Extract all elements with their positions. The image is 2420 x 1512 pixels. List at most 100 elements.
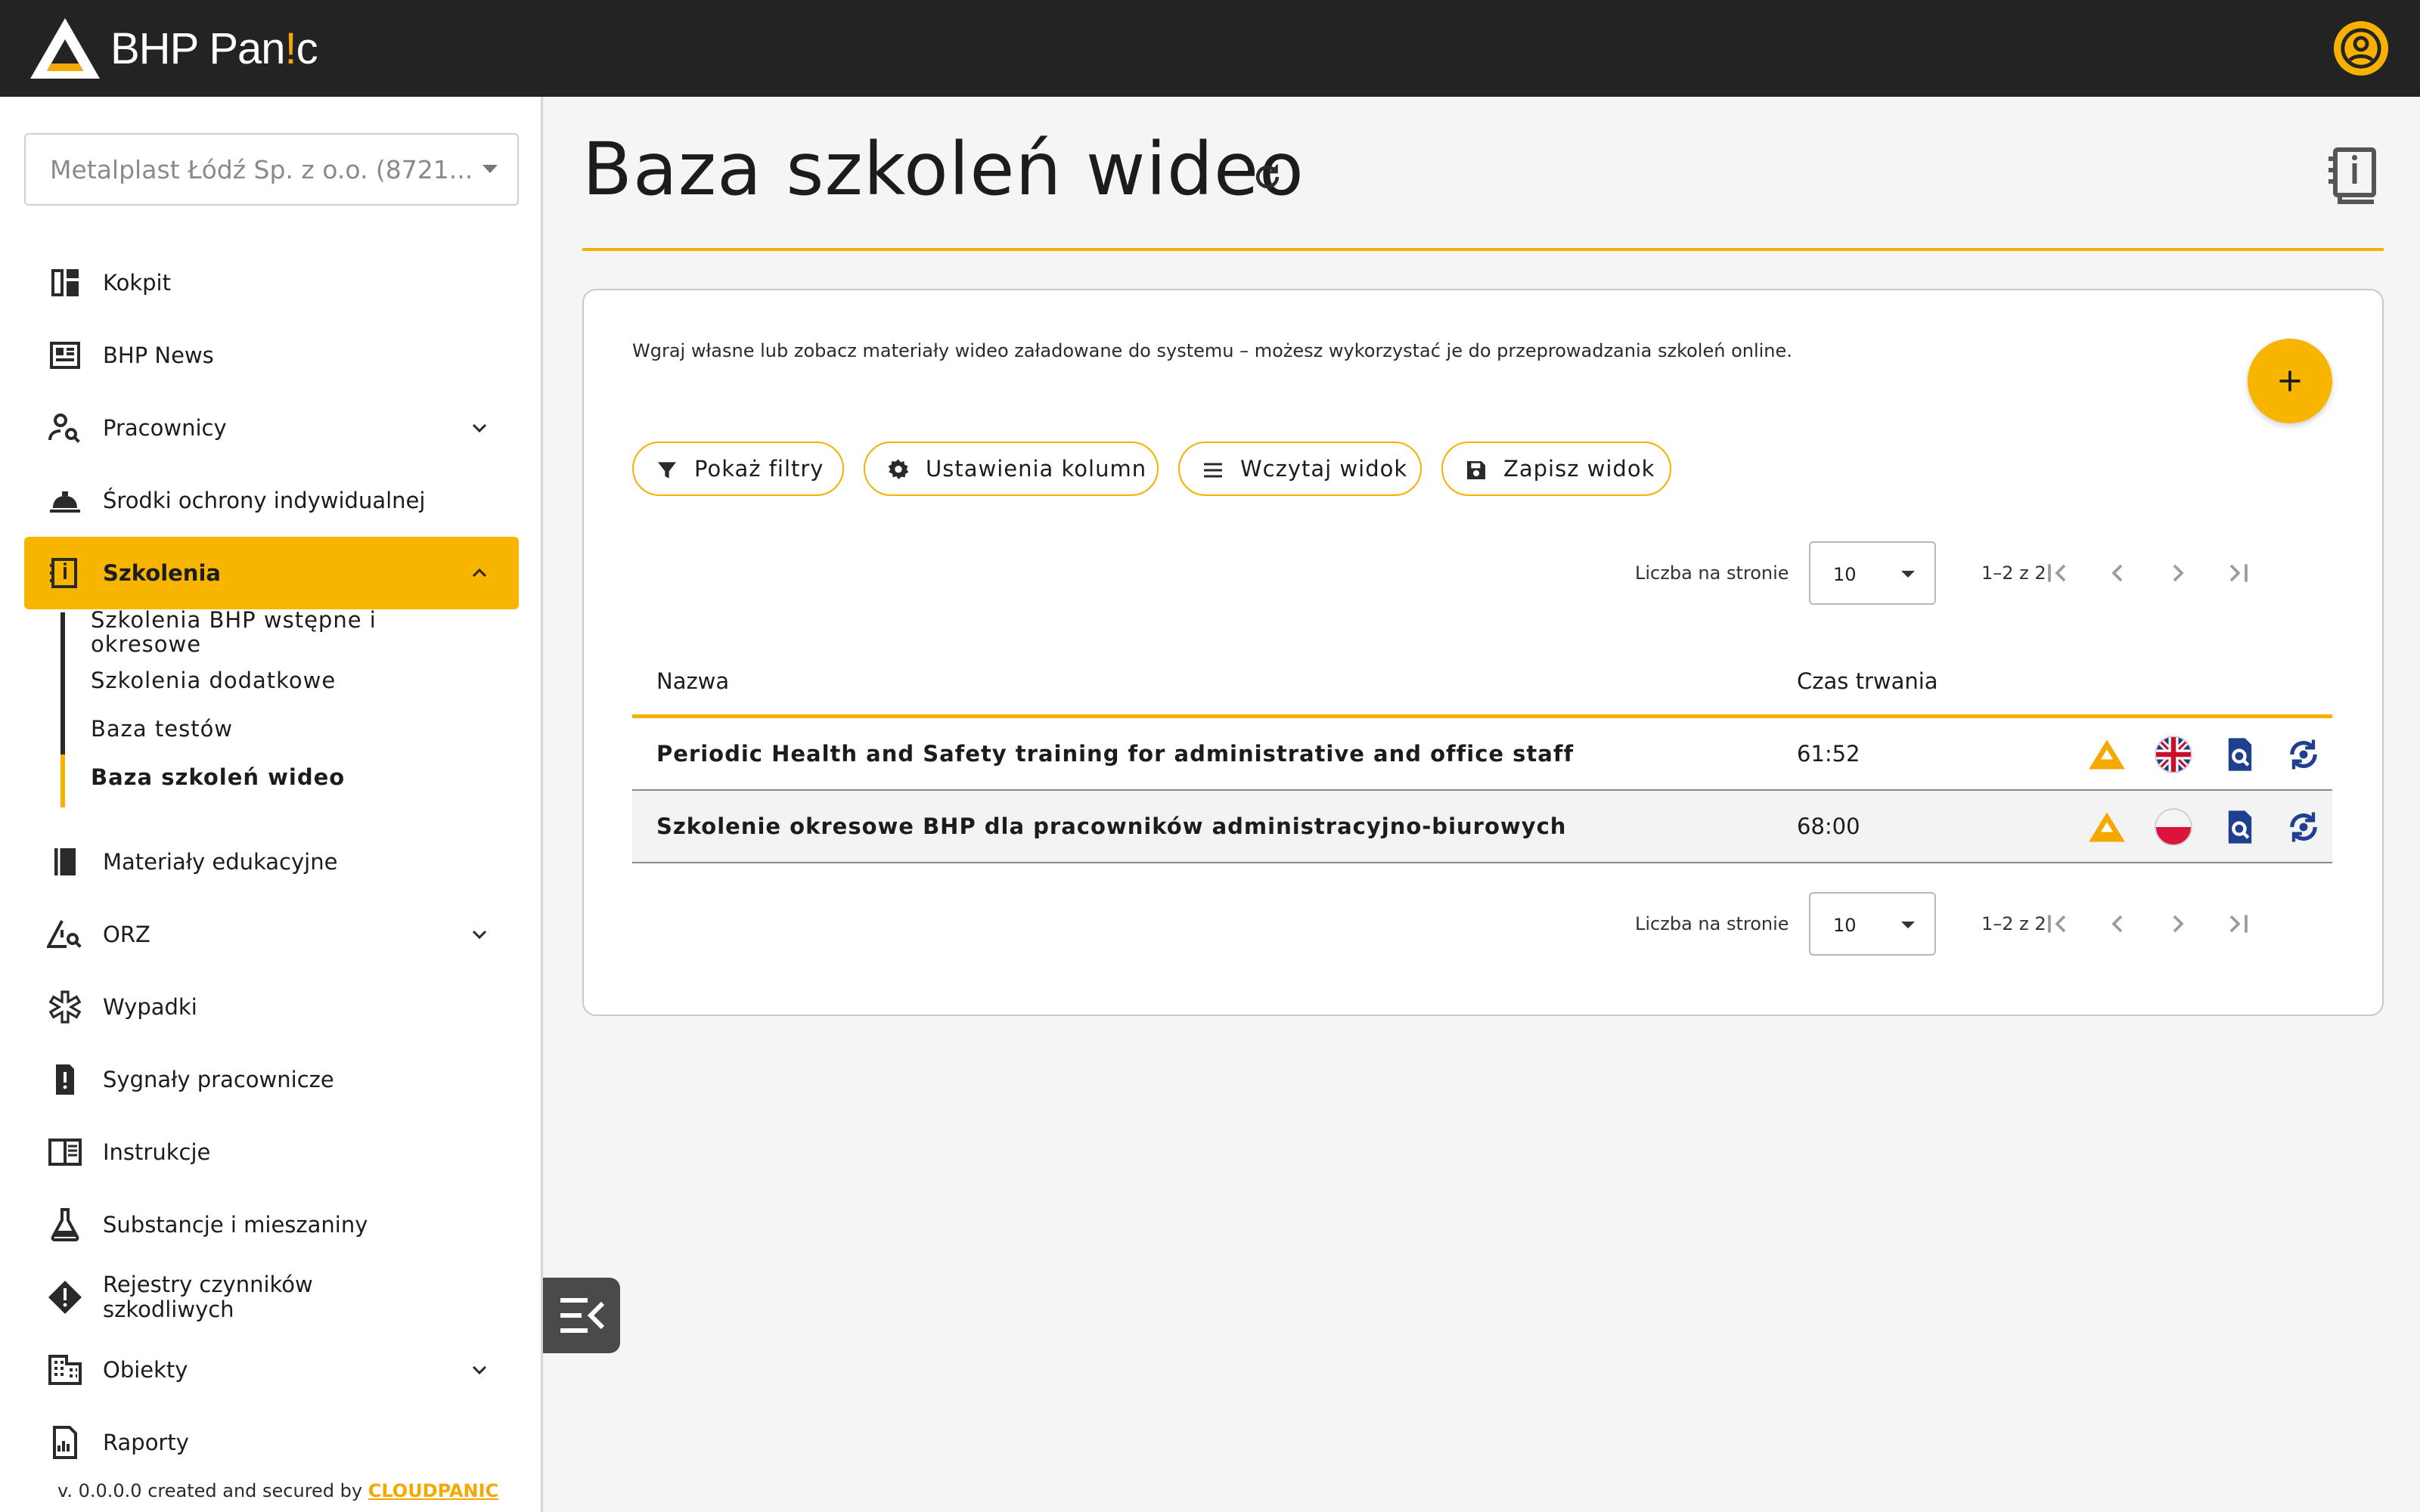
report-icon (56, 1064, 74, 1095)
video-duration: 68:00 (1797, 813, 1860, 839)
page-description: Wgraj własne lub zobacz materiały wideo … (632, 340, 1792, 361)
preview-document-icon[interactable] (2220, 735, 2260, 774)
company-select[interactable]: Metalplast Łódź Sp. z o.o. (8721... (24, 133, 519, 206)
show-filters-label: Pokaż filtry (694, 456, 824, 482)
chevron-up-icon[interactable] (470, 564, 489, 582)
app-logo[interactable]: BHP Pan!c (29, 15, 318, 82)
sidebar-item-substancje[interactable]: Substancje i mieszaniny (24, 1188, 519, 1261)
page-range: 1–2 z 2 (1981, 913, 2046, 934)
newspaper-icon (50, 342, 80, 369)
column-settings-button[interactable]: Ustawienia kolumn (864, 442, 1159, 496)
sidebar-subitem-szkolenia-dodatkowe[interactable]: Szkolenia dodatkowe (91, 668, 336, 692)
save-icon (1467, 461, 1485, 479)
sidebar-item-label: Wypadki (103, 993, 197, 1020)
pagination-top: Liczba na stronie 10 1–2 z 2 (584, 541, 2385, 605)
sync-video-icon[interactable] (2284, 735, 2323, 774)
hard-hat-icon (50, 491, 80, 513)
next-page-icon[interactable] (2163, 558, 2193, 588)
person-search-icon (48, 414, 80, 443)
per-page-value: 10 (1833, 915, 1857, 936)
company-select-value: Metalplast Łódź Sp. z o.o. (8721... (50, 154, 473, 184)
submenu-active-indicator (60, 754, 65, 807)
page-range: 1–2 z 2 (1981, 562, 2046, 584)
video-name: Periodic Health and Safety training for … (656, 741, 1575, 767)
video-name: Szkolenie okresowe BHP dla pracowników a… (656, 813, 1567, 839)
sidebar-item-orz[interactable]: ORZ (24, 898, 519, 971)
sidebar-item-materialy[interactable]: Materiały edukacyjne (24, 826, 519, 898)
sidebar-item-label: Raporty (103, 1429, 189, 1455)
sidebar-item-label: Środki ochrony indywidualnej (103, 487, 426, 513)
per-page-select[interactable]: 10 (1809, 541, 1936, 605)
save-view-button[interactable]: Zapisz widok (1441, 442, 1671, 496)
table-header: Nazwa Czas trwania (632, 643, 2332, 718)
dashboard-icon (51, 269, 79, 296)
medical-star-icon (48, 990, 82, 1024)
table-row[interactable]: Szkolenie okresowe BHP dla pracowników a… (632, 791, 2332, 863)
page-title: Baza szkoleń wideo (582, 127, 1305, 212)
menu-book-icon (48, 1139, 82, 1166)
add-video-button[interactable] (2248, 339, 2332, 423)
previous-page-icon[interactable] (2102, 909, 2133, 939)
dropdown-arrow-icon (1901, 922, 1915, 928)
sidebar-item-label: Szkolenia (103, 559, 221, 586)
sidebar-subitem-baza-testow[interactable]: Baza testów (91, 717, 233, 741)
last-page-icon[interactable] (2223, 558, 2254, 588)
preview-document-icon[interactable] (2220, 807, 2260, 847)
column-header-duration[interactable]: Czas trwania (1797, 668, 1938, 694)
sidebar-item-obiekty[interactable]: Obiekty (24, 1334, 519, 1406)
sidebar-item-label: Obiekty (103, 1356, 188, 1383)
sidebar-item-raporty[interactable]: Raporty (24, 1406, 519, 1479)
show-filters-button[interactable]: Pokaż filtry (632, 442, 844, 496)
sidebar-item-wypadki[interactable]: Wypadki (24, 971, 519, 1043)
chevron-down-icon[interactable] (470, 925, 489, 943)
bhp-panic-logo-icon (2089, 812, 2125, 842)
refresh-icon[interactable] (1251, 160, 1284, 194)
sidebar-item-bhp-news[interactable]: BHP News (24, 319, 519, 392)
sidebar-item-label: Materiały edukacyjne (103, 848, 338, 875)
first-page-icon[interactable] (2042, 909, 2072, 939)
sidebar-item-rejestry[interactable]: Rejestry czynników szkodliwych (24, 1261, 519, 1334)
last-page-icon[interactable] (2223, 909, 2254, 939)
sidebar-item-label: Instrukcje (103, 1139, 211, 1165)
chevron-down-icon[interactable] (470, 1361, 489, 1379)
sidebar-subitem-baza-szkolen-wideo[interactable]: Baza szkoleń wideo (91, 765, 345, 789)
help-book-icon[interactable] (2326, 145, 2381, 204)
polish-flag-icon (2155, 808, 2192, 846)
gear-icon (888, 459, 909, 479)
sidebar-item-label: Rejestry czynników szkodliwych (103, 1272, 313, 1322)
cloudpanic-link[interactable]: CLOUDPANIC (368, 1480, 498, 1501)
book-icon (54, 848, 76, 875)
sidebar-item-pracownicy[interactable]: Pracownicy (24, 392, 519, 464)
english-flag-icon (2155, 736, 2192, 773)
account-button[interactable] (2334, 21, 2388, 76)
plus-icon (2279, 370, 2301, 392)
per-page-select[interactable]: 10 (1809, 892, 1936, 956)
sidebar-subitem-szkolenia-bhp[interactable]: Szkolenia BHP wstępne i okresowe (91, 608, 378, 656)
previous-page-icon[interactable] (2102, 558, 2133, 588)
sidebar-item-label: Pracownicy (103, 414, 227, 441)
chevron-down-icon[interactable] (470, 419, 489, 437)
list-icon (1204, 463, 1222, 478)
bhp-logo-icon (30, 18, 100, 79)
sidebar: Metalplast Łódź Sp. z o.o. (8721... Kokp… (0, 97, 543, 1512)
sidebar-item-szkolenia[interactable]: Szkolenia (24, 537, 519, 609)
menu-open-icon (560, 1298, 605, 1333)
sidebar-item-label: Kokpit (103, 269, 171, 296)
sync-video-icon[interactable] (2284, 807, 2323, 847)
sidebar-item-kokpit[interactable]: Kokpit (24, 246, 519, 319)
building-icon (48, 1355, 82, 1385)
collapse-sidebar-button[interactable] (543, 1278, 620, 1353)
sidebar-item-sygnaly[interactable]: Sygnały pracownicze (24, 1043, 519, 1116)
column-settings-label: Ustawienia kolumn (926, 456, 1147, 482)
video-list-card: Wgraj własne lub zobacz materiały wideo … (582, 289, 2384, 1016)
table-row[interactable]: Periodic Health and Safety training for … (632, 718, 2332, 791)
sidebar-item-label: Substancje i mieszaniny (103, 1211, 368, 1238)
sidebar-item-srodki-ochrony[interactable]: Środki ochrony indywidualnej (24, 464, 519, 537)
column-header-name[interactable]: Nazwa (656, 668, 729, 694)
sidebar-item-instrukcje[interactable]: Instrukcje (24, 1116, 519, 1188)
next-page-icon[interactable] (2163, 909, 2193, 939)
first-page-icon[interactable] (2042, 558, 2072, 588)
load-view-button[interactable]: Wczytaj widok (1178, 442, 1422, 496)
sidebar-item-label: BHP News (103, 342, 214, 368)
pagination-bottom: Liczba na stronie 10 1–2 z 2 (584, 892, 2385, 956)
